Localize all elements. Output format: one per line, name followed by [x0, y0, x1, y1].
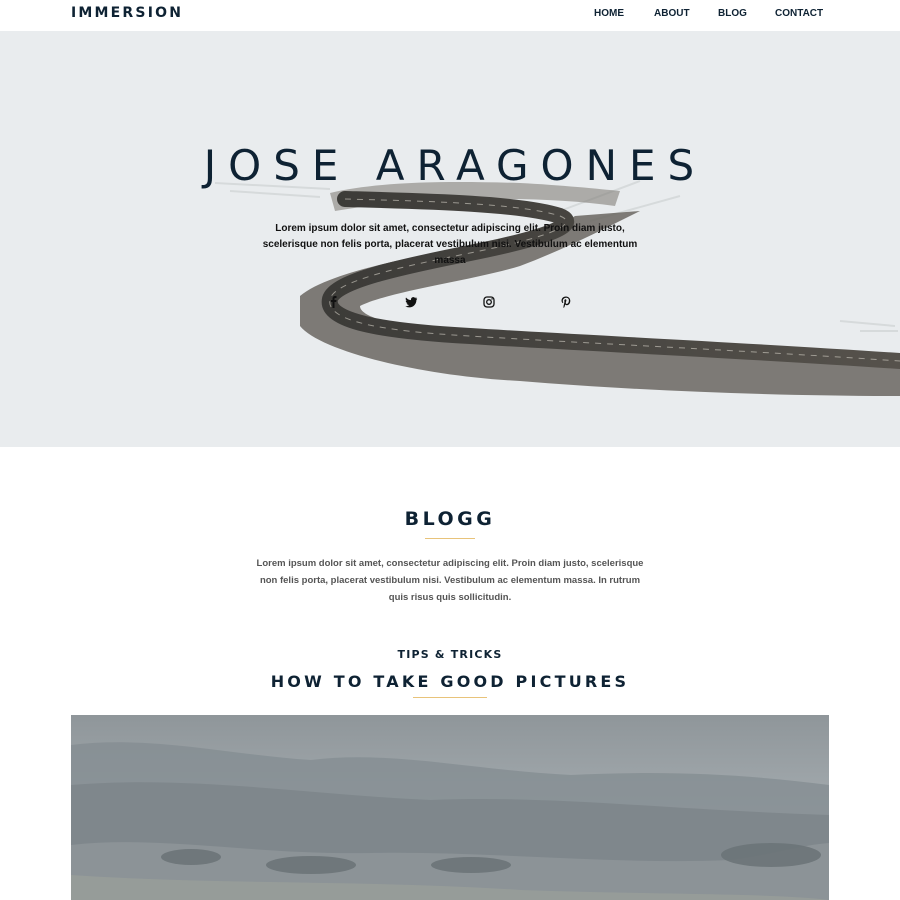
- site-logo[interactable]: IMMERSION: [71, 5, 183, 21]
- hero-title: JOSE ARAGONES: [203, 141, 707, 190]
- post-title[interactable]: HOW TO TAKE GOOD PICTURES: [0, 672, 900, 691]
- top-navigation-bar: IMMERSION HOME ABOUT BLOG CONTACT: [0, 0, 900, 31]
- nav-about-link[interactable]: ABOUT: [654, 8, 690, 19]
- facebook-icon[interactable]: [327, 295, 341, 309]
- pinterest-icon[interactable]: [559, 295, 573, 309]
- nav-contact-link[interactable]: CONTACT: [775, 8, 823, 19]
- hero-description: Lorem ipsum dolor sit amet, consectetur …: [262, 223, 638, 266]
- twitter-icon[interactable]: [404, 295, 418, 309]
- blog-section-description: Lorem ipsum dolor sit amet, consectetur …: [256, 558, 644, 603]
- blog-section-title: BLOGG: [404, 508, 496, 530]
- post-title-underline-divider: [413, 697, 487, 698]
- title-underline-divider: [425, 538, 475, 539]
- hero-section: JOSE ARAGONES Lorem ipsum dolor sit amet…: [0, 31, 900, 447]
- nav-home-link[interactable]: HOME: [594, 8, 624, 19]
- post-category: TIPS & TRICKS: [397, 648, 503, 661]
- misty-landscape-image: [71, 715, 829, 900]
- post-featured-image[interactable]: [71, 715, 829, 900]
- nav-blog-link[interactable]: BLOG: [718, 8, 747, 19]
- instagram-icon[interactable]: [482, 295, 496, 309]
